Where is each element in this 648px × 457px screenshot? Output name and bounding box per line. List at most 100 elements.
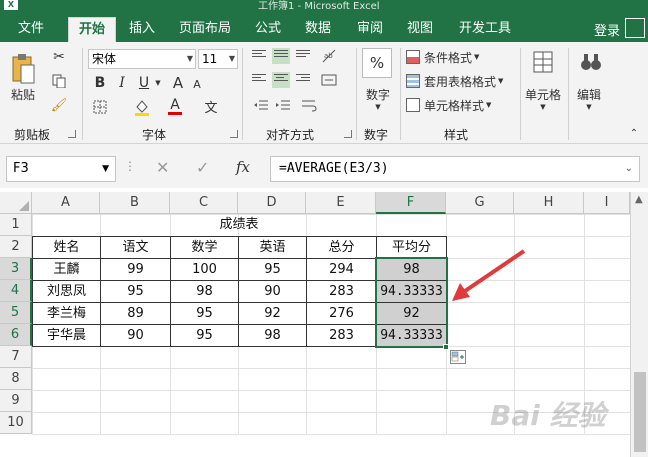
binoculars-icon[interactable]: [578, 48, 604, 76]
copy-icon[interactable]: [50, 72, 68, 90]
data-cell[interactable]: 95: [100, 280, 171, 303]
formula-input[interactable]: =AVERAGE(E3/3) ⌄: [270, 156, 640, 182]
column-header-g[interactable]: G: [446, 192, 514, 214]
header-cell[interactable]: 姓名: [32, 236, 101, 259]
font-launcher-icon[interactable]: [230, 130, 238, 138]
tab-file[interactable]: 文件: [0, 17, 62, 42]
fill-handle[interactable]: [443, 344, 449, 350]
data-cell[interactable]: 95: [170, 324, 239, 347]
data-cell[interactable]: 99: [100, 258, 171, 281]
font-color-button[interactable]: A: [166, 96, 184, 116]
cells-button[interactable]: 单元格: [522, 86, 564, 102]
row-header-10[interactable]: 10: [0, 412, 32, 434]
header-cell[interactable]: 数学: [170, 236, 239, 259]
login-link[interactable]: 登录: [594, 20, 620, 39]
quick-analysis-icon[interactable]: [450, 350, 466, 364]
data-cell[interactable]: 283: [306, 280, 377, 303]
cut-icon[interactable]: ✂: [50, 48, 68, 66]
paste-icon[interactable]: [8, 50, 38, 90]
borders-icon[interactable]: [92, 98, 108, 116]
chevron-down-icon[interactable]: ▼: [538, 102, 548, 112]
percent-icon[interactable]: %: [362, 48, 392, 78]
header-cell[interactable]: 总分: [306, 236, 377, 259]
number-button[interactable]: 数字: [360, 86, 396, 102]
align-bottom-icon[interactable]: [296, 50, 310, 62]
data-cell[interactable]: 100: [170, 258, 239, 281]
grow-font-button[interactable]: A: [170, 74, 186, 92]
data-cell[interactable]: 90: [238, 280, 307, 303]
italic-button[interactable]: I: [114, 74, 130, 92]
tab-data[interactable]: 数据: [298, 17, 338, 42]
column-header-d[interactable]: D: [238, 192, 306, 214]
underline-button[interactable]: U: [136, 74, 152, 92]
alignment-launcher-icon[interactable]: [344, 130, 352, 138]
fill-color-icon[interactable]: [132, 98, 152, 116]
data-cell[interactable]: 89: [100, 302, 171, 325]
column-header-a[interactable]: A: [32, 192, 100, 214]
tab-review[interactable]: 审阅: [350, 17, 390, 42]
merge-center-icon[interactable]: [320, 72, 338, 88]
cell-styles-button[interactable]: 单元格样式 ▼: [406, 96, 516, 114]
wrap-text-icon[interactable]: [300, 98, 318, 114]
align-center-icon[interactable]: [272, 72, 290, 88]
editing-button[interactable]: 编辑: [574, 86, 604, 102]
column-header-b[interactable]: B: [100, 192, 170, 214]
tab-formulas[interactable]: 公式: [248, 17, 288, 42]
align-top-icon[interactable]: [252, 50, 266, 62]
bold-button[interactable]: B: [92, 74, 108, 92]
chevron-down-icon[interactable]: ▼: [372, 102, 384, 112]
data-cell[interactable]: 90: [100, 324, 171, 347]
vertical-scrollbar[interactable]: ▲: [630, 192, 648, 457]
shrink-font-button[interactable]: A: [190, 76, 204, 92]
collapse-ribbon-icon[interactable]: ⌃: [626, 126, 642, 140]
data-cell[interactable]: 283: [306, 324, 377, 347]
header-cell[interactable]: 平均分: [376, 236, 447, 259]
orientation-icon[interactable]: ab: [320, 48, 338, 64]
font-name-select[interactable]: 宋体 ▼: [88, 49, 196, 69]
column-header-c[interactable]: C: [170, 192, 238, 214]
ribbon-display-button[interactable]: [625, 18, 645, 38]
column-header-f[interactable]: F: [376, 192, 446, 214]
scroll-up-icon[interactable]: ▲: [635, 194, 643, 205]
column-header-h[interactable]: H: [514, 192, 584, 214]
increase-indent-icon[interactable]: [274, 98, 292, 114]
align-middle-icon[interactable]: [272, 48, 290, 64]
row-header-5[interactable]: 5: [0, 302, 32, 324]
align-right-icon[interactable]: [296, 74, 310, 86]
select-all-button[interactable]: [0, 192, 32, 214]
clipboard-launcher-icon[interactable]: [68, 130, 76, 138]
name-box[interactable]: F3 ▼: [6, 156, 116, 182]
format-as-table-button[interactable]: 套用表格格式 ▼: [406, 72, 524, 90]
cancel-icon[interactable]: ✕: [156, 158, 169, 177]
row-header-9[interactable]: 9: [0, 390, 32, 412]
data-cell[interactable]: 刘思凤: [32, 280, 101, 303]
data-cell[interactable]: 98: [238, 324, 307, 347]
row-header-1[interactable]: 1: [0, 214, 32, 236]
data-cell[interactable]: 宇华晨: [32, 324, 101, 347]
scroll-thumb[interactable]: [634, 372, 646, 452]
enter-icon[interactable]: ✓: [196, 158, 209, 177]
insert-function-button[interactable]: fx: [236, 158, 250, 176]
row-header-2[interactable]: 2: [0, 236, 32, 258]
data-cell[interactable]: 95: [170, 302, 239, 325]
data-cell[interactable]: 王麟: [32, 258, 101, 281]
tab-view[interactable]: 视图: [400, 17, 440, 42]
tab-insert[interactable]: 插入: [122, 17, 162, 42]
chevron-down-icon[interactable]: ▼: [154, 78, 162, 88]
decrease-indent-icon[interactable]: [252, 98, 270, 114]
data-cell[interactable]: 李兰梅: [32, 302, 101, 325]
row-header-6[interactable]: 6: [0, 324, 32, 346]
cells-icon[interactable]: [530, 48, 556, 76]
format-painter-icon[interactable]: 🖌: [50, 96, 68, 114]
tab-home[interactable]: 开始: [68, 17, 116, 42]
column-header-e[interactable]: E: [306, 192, 376, 214]
tab-page-layout[interactable]: 页面布局: [172, 17, 238, 42]
data-cell[interactable]: 98: [170, 280, 239, 303]
conditional-format-button[interactable]: 条件格式 ▼: [406, 48, 516, 66]
row-header-8[interactable]: 8: [0, 368, 32, 390]
data-cell[interactable]: 92: [238, 302, 307, 325]
formula-bar-grip-icon[interactable]: ⋮: [124, 159, 136, 173]
data-cell[interactable]: 95: [238, 258, 307, 281]
tab-developer[interactable]: 开发工具: [452, 17, 518, 42]
data-cell[interactable]: 294: [306, 258, 377, 281]
